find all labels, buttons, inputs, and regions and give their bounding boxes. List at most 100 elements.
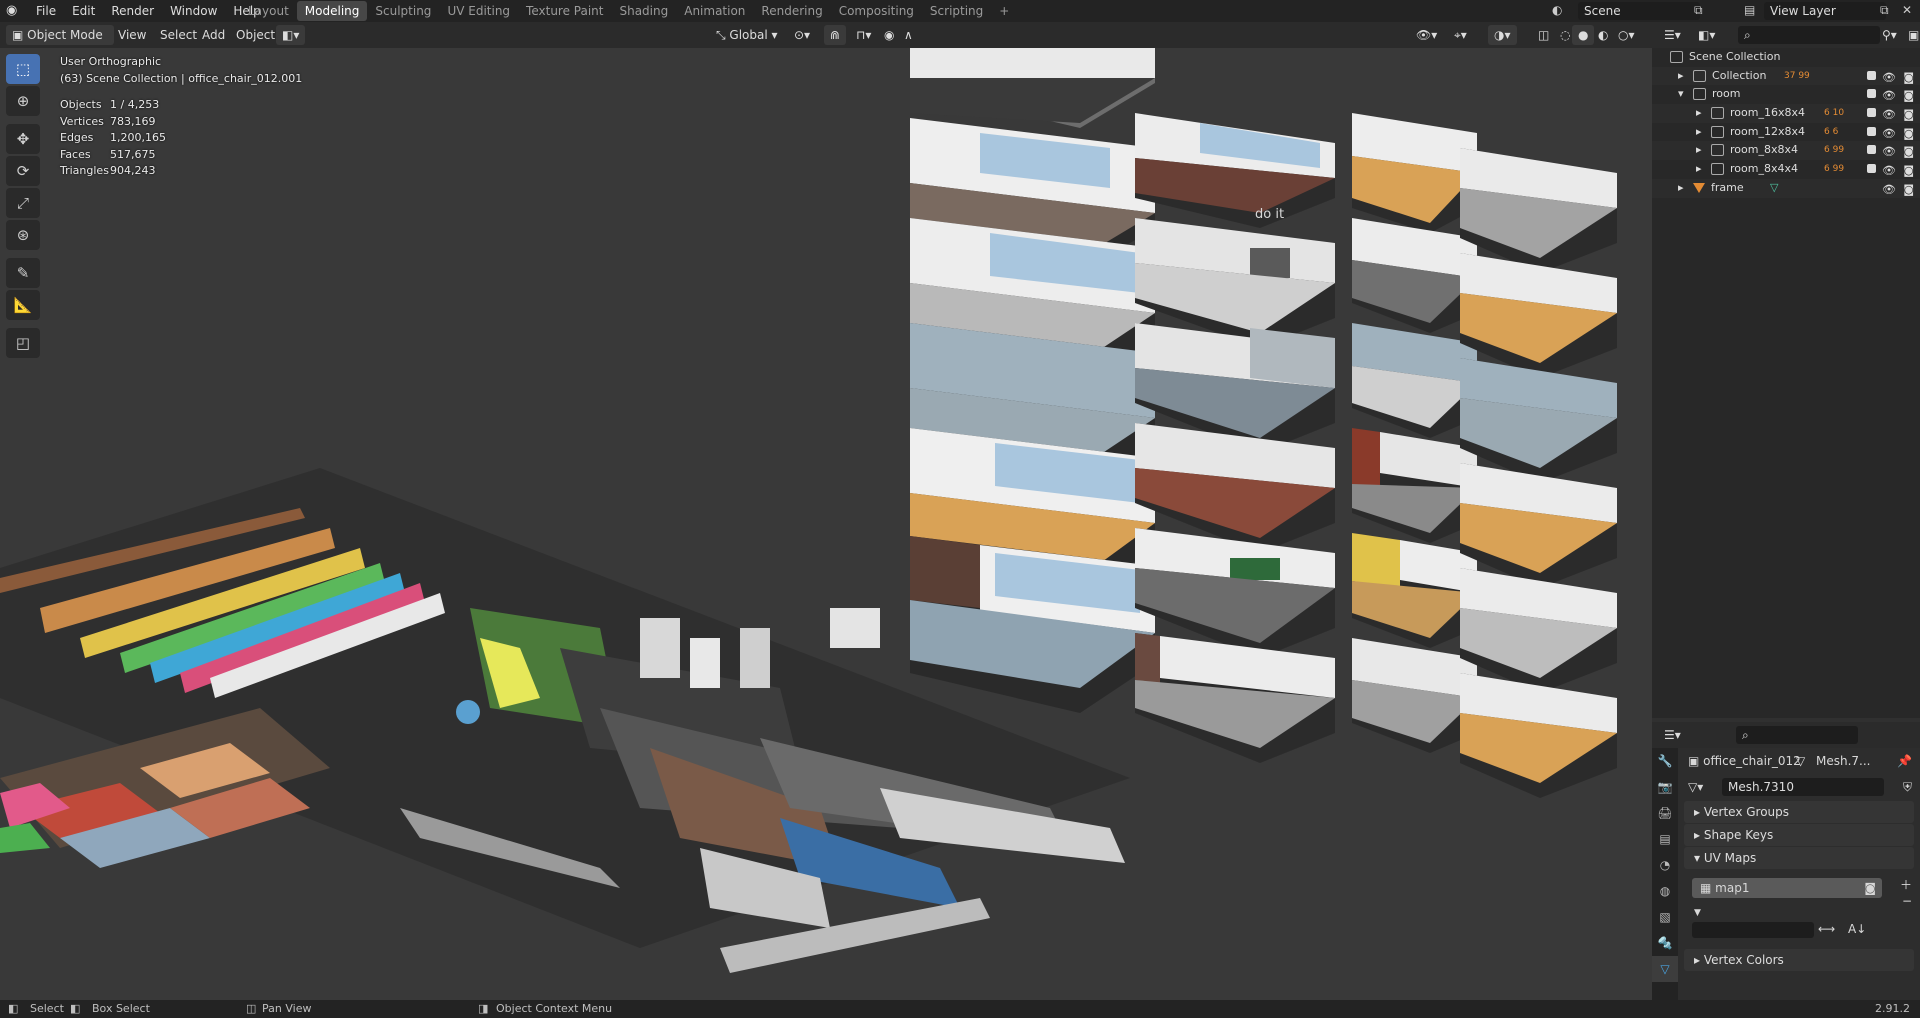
view-menu[interactable]: View — [112, 25, 152, 45]
xray-icon[interactable]: ◫ — [1532, 25, 1555, 45]
expand-arrow-icon[interactable]: ▸ — [1696, 162, 1702, 175]
room-block[interactable] — [1460, 358, 1617, 483]
room-block[interactable] — [1460, 253, 1617, 378]
panel-uv-maps[interactable]: ▾ UV Maps — [1684, 847, 1914, 869]
blender-logo-icon[interactable]: ◉ — [6, 3, 17, 18]
panel-vertex-groups[interactable]: ▸ Vertex Groups — [1684, 801, 1914, 823]
room-block[interactable] — [1135, 113, 1335, 228]
room-block[interactable] — [910, 48, 1155, 128]
outliner-editor-type-icon[interactable]: ☰▾ — [1658, 25, 1687, 45]
render-tab-icon[interactable]: 📷 — [1652, 774, 1678, 800]
mode-selector[interactable]: ▣ Object Mode — [6, 25, 114, 45]
mesh-name-field[interactable]: Mesh.7310 — [1722, 778, 1884, 796]
room-block[interactable] — [1460, 148, 1617, 273]
tab-animation[interactable]: Animation — [676, 1, 753, 21]
list-options-arrow-icon[interactable]: ▼ — [1694, 908, 1701, 918]
exclude-checkbox[interactable] — [1867, 126, 1876, 136]
expand-arrow-icon[interactable]: ▸ — [1696, 125, 1702, 138]
object-menu[interactable]: Object — [230, 25, 281, 45]
room-block[interactable] — [1460, 673, 1617, 798]
new-view-layer-icon[interactable]: ⧉ — [1880, 3, 1889, 18]
mesh-data-tab-icon[interactable]: ▽ — [1652, 956, 1678, 982]
tab-uv-editing[interactable]: UV Editing — [439, 1, 518, 21]
filter-icon[interactable]: ⚲▾ — [1876, 25, 1903, 45]
tab-texture-paint[interactable]: Texture Paint — [518, 1, 611, 21]
fake-user-icon[interactable]: ⛨ — [1903, 774, 1912, 800]
tab-shading[interactable]: Shading — [611, 1, 676, 21]
outliner-row[interactable]: ▸ room_8x4x4 6 99 👁 ◙ — [1652, 160, 1920, 179]
scene-selector[interactable]: Scene — [1578, 2, 1700, 20]
render-camera-icon[interactable]: ◙ — [1903, 181, 1914, 200]
expand-arrow-icon[interactable]: ▸ — [1678, 181, 1684, 194]
add-cube-tool-icon[interactable]: ◰ — [6, 328, 40, 358]
uv-filter-input[interactable] — [1692, 922, 1814, 938]
tab-sculpting[interactable]: Sculpting — [367, 1, 439, 21]
room-block[interactable] — [1352, 638, 1477, 753]
add-menu[interactable]: Add — [196, 25, 231, 45]
snap-icon[interactable]: ⋒ — [824, 25, 847, 45]
outliner-row-scene-collection[interactable]: Scene Collection — [1652, 48, 1920, 67]
tab-rendering[interactable]: Rendering — [753, 1, 830, 21]
exclude-checkbox[interactable] — [1867, 108, 1876, 118]
room-block[interactable] — [1352, 428, 1477, 543]
exclude-checkbox[interactable] — [1867, 145, 1876, 155]
outliner-row[interactable]: ▸ room_16x8x4 6 10 👁 ◙ — [1652, 104, 1920, 123]
pin-icon[interactable]: 📌 — [1897, 748, 1912, 774]
output-tab-icon[interactable]: 🖨 — [1652, 800, 1678, 826]
menu-file[interactable]: File — [28, 0, 64, 22]
tab-modeling[interactable]: Modeling — [296, 1, 368, 21]
snap-target-icon[interactable]: ⊓▾ — [850, 25, 877, 45]
transform-tool-icon[interactable]: ⊛ — [6, 220, 40, 250]
display-mode-icon[interactable]: ◧▾ — [1692, 25, 1721, 45]
outliner-row[interactable]: ▸ room_12x8x4 6 6 👁 ◙ — [1652, 123, 1920, 142]
editor-type-icon[interactable]: ◧▾ — [276, 25, 306, 45]
panel-vertex-colors[interactable]: ▸ Vertex Colors — [1684, 949, 1914, 971]
mesh-browse-icon[interactable]: ▽▾ — [1688, 780, 1703, 794]
exclude-checkbox[interactable] — [1867, 164, 1876, 174]
invert-filter-icon[interactable]: ⟷ — [1818, 922, 1835, 936]
room-block[interactable] — [1352, 113, 1477, 233]
sort-alpha-icon[interactable]: A↓ — [1848, 922, 1866, 936]
scene-tab-icon[interactable]: ◔ — [1652, 852, 1678, 878]
measure-tool-icon[interactable]: 📐 — [6, 290, 40, 320]
exclude-checkbox[interactable] — [1867, 70, 1876, 80]
room-block[interactable] — [1135, 633, 1335, 763]
modifier-tab-icon[interactable]: 🔩 — [1652, 930, 1678, 956]
remove-view-layer-icon[interactable]: ✕ — [1902, 3, 1912, 17]
expand-arrow-icon[interactable]: ▸ — [1696, 106, 1702, 119]
view-layer-selector[interactable]: View Layer — [1764, 2, 1886, 20]
properties-search-input[interactable]: ⌕ — [1736, 726, 1858, 744]
outliner-row[interactable]: ▸ frame ▽ 👁 ◙ — [1652, 178, 1920, 200]
outliner-row[interactable]: ▸ Collection 37 99 👁 ◙ — [1652, 66, 1920, 86]
outliner-row[interactable]: ▸ room_8x8x4 6 99 👁 ◙ — [1652, 141, 1920, 161]
panel-shape-keys[interactable]: ▸ Shape Keys — [1684, 824, 1914, 846]
gizmo-icon[interactable]: ⌖▾ — [1448, 25, 1473, 45]
active-render-icon[interactable]: ◙ — [1864, 878, 1876, 898]
overlays-icon[interactable]: ◑▾ — [1488, 25, 1517, 45]
add-workspace-button[interactable]: + — [991, 1, 1017, 21]
properties-editor-type-icon[interactable]: ☰▾ — [1658, 725, 1687, 745]
room-block[interactable] — [1460, 463, 1617, 588]
menu-render[interactable]: Render — [103, 0, 162, 22]
orientation-selector[interactable]: ⤡ Global ▾ — [710, 25, 784, 45]
remove-uv-map-icon[interactable]: − — [1902, 894, 1912, 908]
falloff-icon[interactable]: ∧ — [898, 25, 919, 45]
expand-arrow-icon[interactable]: ▸ — [1696, 143, 1702, 156]
rendered-shading-icon[interactable]: ○▾ — [1612, 25, 1641, 45]
exclude-checkbox[interactable] — [1867, 89, 1876, 99]
3d-viewport[interactable]: do it User Orthographic (63) Scene Colle… — [0, 48, 1652, 1000]
uv-map-list-item[interactable]: ▦ map1 ◙ — [1692, 878, 1882, 898]
expand-arrow-icon[interactable]: ▾ — [1678, 87, 1684, 100]
scale-tool-icon[interactable]: ⤢ — [6, 188, 40, 218]
annotate-tool-icon[interactable]: ✎ — [6, 258, 40, 288]
cursor-tool-icon[interactable]: ⊕ — [6, 86, 40, 116]
new-collection-icon[interactable]: ▣ — [1902, 25, 1920, 45]
room-block[interactable] — [1352, 218, 1477, 333]
tab-layout[interactable]: Layout — [240, 1, 297, 21]
visibility-icon[interactable]: 👁▾ — [1410, 25, 1443, 45]
room-block[interactable] — [1352, 533, 1477, 648]
room-block[interactable] — [1352, 323, 1477, 438]
rotate-tool-icon[interactable]: ⟳ — [6, 156, 40, 186]
tab-scripting[interactable]: Scripting — [922, 1, 991, 21]
view-layer-tab-icon[interactable]: ▤ — [1652, 826, 1678, 852]
